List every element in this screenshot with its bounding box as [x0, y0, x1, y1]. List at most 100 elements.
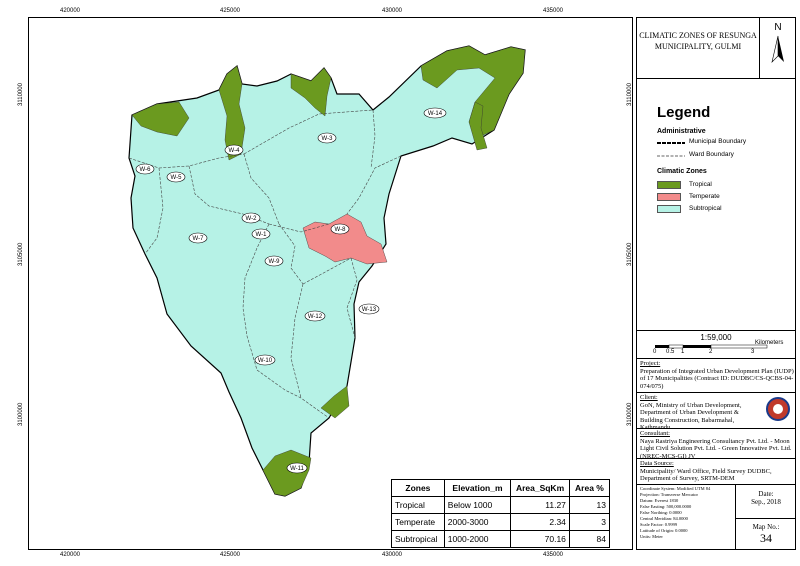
legend-ward-boundary: Ward Boundary: [689, 151, 734, 158]
legend-climatic-heading: Climatic Zones: [657, 168, 707, 175]
date-mapno-box: Date: Sep., 2018 Map No.: 34: [735, 484, 796, 550]
ward-label: W-4: [224, 144, 244, 156]
table-cell: 11.27: [510, 496, 570, 514]
table-row: Temperate 2000-3000 2.34 3: [391, 513, 611, 531]
svg-text:W-7: W-7: [193, 236, 205, 242]
scale-tick: 1: [681, 349, 685, 355]
x-tick-bottom: 425000: [220, 552, 241, 558]
divider: [637, 458, 795, 459]
client-block: Client: GoN, Ministry of Urban Developme…: [640, 394, 758, 432]
table-cell: Temperate: [391, 513, 445, 531]
table-header: Zones: [391, 479, 445, 497]
north-arrow-box: N: [759, 18, 796, 78]
ward-label: W-11: [286, 462, 308, 474]
divider: [637, 358, 795, 359]
x-tick-top: 435000: [543, 8, 564, 14]
table-row: Tropical Below 1000 11.27 13: [391, 496, 611, 514]
legend-zone-label: Tropical: [689, 181, 712, 188]
legend-zone-label: Temperate: [689, 193, 720, 200]
scale-unit: Kilometers: [755, 340, 784, 346]
map-sheet: 420000 425000 430000 435000 420000 42500…: [0, 0, 800, 566]
date-value: Sep., 2018: [751, 498, 781, 506]
map-frame: W-14 W-3 W-4 W-6 W-5 W-2 W-1 W-8 W-7 W-9…: [28, 17, 633, 550]
svg-text:W-11: W-11: [290, 466, 304, 472]
x-tick-top: 430000: [382, 8, 403, 14]
map-title: CLIMATIC ZONES OF RESUNGA MUNICIPALITY, …: [639, 31, 757, 51]
ward-label: W-12: [304, 310, 326, 322]
table-cell: 2.34: [510, 513, 570, 531]
divider: [637, 392, 795, 393]
project-heading: Project:: [640, 360, 661, 367]
x-tick-bottom: 435000: [543, 552, 564, 558]
consultant-block: Consultant: Naya Rastriya Engineering Co…: [640, 430, 794, 460]
ward-label: W-5: [166, 171, 186, 183]
x-tick-bottom: 430000: [382, 552, 403, 558]
table-cell: 3: [568, 513, 611, 531]
ward-label: W-1: [251, 228, 271, 240]
svg-text:W-5: W-5: [171, 175, 183, 181]
svg-text:W-8: W-8: [335, 227, 347, 233]
data-source-block: Data Source: Municipality/ Ward Office, …: [640, 460, 794, 483]
scale-tick: 0.5: [666, 349, 675, 355]
client-text: GoN, Ministry of Urban Development, Depa…: [640, 401, 742, 432]
ward-label: W-2: [241, 212, 261, 224]
divider: [637, 330, 795, 331]
table-cell: Below 1000: [443, 496, 512, 514]
divider: [637, 78, 795, 79]
svg-text:W-13: W-13: [362, 307, 377, 313]
scale-tick: 2: [709, 349, 713, 355]
svg-text:W-1: W-1: [256, 232, 268, 238]
table-cell: 13: [568, 496, 611, 514]
ward-label: W-9: [264, 255, 284, 267]
table-header: Elevation_m: [443, 479, 512, 497]
ward-boundary-symbol: [657, 155, 685, 157]
y-tick-left: 3105000: [18, 242, 24, 266]
table-cell: Tropical: [391, 496, 445, 514]
legend-title: Legend: [657, 104, 711, 121]
x-tick-bottom: 420000: [60, 552, 81, 558]
ward-label: W-6: [135, 163, 155, 175]
svg-text:W-9: W-9: [269, 259, 281, 265]
legend-municipal-boundary: Municipal Boundary: [689, 138, 747, 145]
svg-text:W-14: W-14: [428, 111, 443, 117]
ward-label: W-3: [317, 132, 337, 144]
legend-zone-label: Subtropical: [689, 205, 722, 212]
data-source-heading: Data Source:: [640, 460, 674, 467]
info-panel: CLIMATIC ZONES OF RESUNGA MUNICIPALITY, …: [636, 17, 796, 550]
svg-text:W-4: W-4: [229, 148, 241, 154]
municipal-boundary-symbol: [657, 142, 685, 144]
svg-text:W-2: W-2: [246, 216, 258, 222]
gov-emblem-icon: [766, 397, 790, 421]
svg-text:W-12: W-12: [308, 314, 323, 320]
date-label: Date:: [758, 490, 774, 498]
table-cell: 70.16: [510, 530, 570, 548]
table-header: Area_SqKm: [510, 479, 570, 497]
legend-administrative-heading: Administrative: [657, 128, 706, 135]
svg-text:W-6: W-6: [140, 167, 152, 173]
ward-label: W-14: [423, 107, 447, 119]
x-tick-top: 425000: [220, 8, 241, 14]
scale-tick: 3: [751, 349, 755, 355]
table-cell: Subtropical: [391, 530, 445, 548]
project-block: Project: Preparation of Integrated Urban…: [640, 360, 794, 390]
data-source-text: Municipality/ Ward Office, Field Survey …: [640, 467, 772, 483]
ward-label: W-10: [254, 354, 276, 366]
projection-line: Units: Meter: [640, 534, 663, 539]
temperate-swatch: [657, 193, 681, 201]
project-text: Preparation of Integrated Urban Developm…: [640, 367, 794, 390]
y-tick-left: 3110000: [18, 83, 24, 106]
tropical-swatch: [657, 181, 681, 189]
north-arrow-icon: [771, 35, 784, 63]
y-tick-left: 3100000: [18, 402, 24, 426]
zone-table-grid: Zones Elevation_m Area_SqKm Area % Tropi…: [391, 479, 611, 548]
map-no-label: Map No.:: [752, 523, 780, 531]
zone-table: Zones Elevation_m Area_SqKm Area % Tropi…: [391, 479, 611, 548]
svg-text:W-10: W-10: [258, 358, 273, 364]
table-header-row: Zones Elevation_m Area_SqKm Area %: [391, 479, 611, 497]
svg-text:W-3: W-3: [322, 136, 334, 142]
projection-info: Coordinate System: Modified UTM 84 Proje…: [640, 486, 732, 540]
ward-label: W-8: [330, 223, 350, 235]
ward-label: W-7: [188, 232, 208, 244]
table-row: Subtropical 1000-2000 70.16 84: [391, 530, 611, 548]
divider: [637, 428, 795, 429]
